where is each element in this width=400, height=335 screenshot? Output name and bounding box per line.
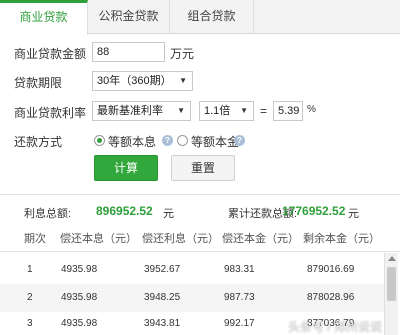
equal-principal-label[interactable]: 等额本金: [191, 133, 239, 150]
cell-principal: 983.31: [224, 264, 255, 275]
cell-remaining: 878028.96: [307, 292, 355, 303]
cell-remaining: 879016.69: [307, 264, 355, 275]
equals-sign: =: [260, 104, 268, 118]
rate-type-value: 最新基准利率: [97, 105, 163, 117]
reset-button[interactable]: 重置: [171, 155, 235, 181]
scrollbar-thumb[interactable]: [387, 267, 396, 301]
rate-value-input[interactable]: 5.39: [273, 101, 303, 121]
equal-installment-radio[interactable]: [94, 135, 105, 146]
loan-term-label: 贷款期限: [14, 76, 63, 90]
chevron-down-icon: ▼: [240, 106, 248, 115]
cell-payment: 4935.98: [61, 292, 98, 303]
cell-principal: 987.73: [224, 292, 255, 303]
cell-period: 2: [27, 292, 33, 303]
table-row: 2 4935.98 3948.25 987.73 878028.96: [0, 284, 384, 312]
tab-provident-fund-loan[interactable]: 公积金贷款: [88, 0, 170, 34]
equal-installment-label[interactable]: 等额本息: [108, 133, 156, 150]
cell-interest: 3943.81: [144, 318, 181, 329]
cell-period: 1: [27, 264, 33, 275]
column-header-interest: 偿还利息（元）: [142, 233, 219, 245]
section-divider: [0, 194, 400, 195]
schedule-table-header: 期次 偿还本息（元） 偿还利息（元） 偿还本金（元） 剩余本金（元）: [0, 226, 400, 252]
chevron-down-icon: ▼: [177, 106, 185, 115]
total-repayment-value: 1776952.52: [282, 204, 346, 218]
cell-interest: 3952.67: [144, 264, 181, 275]
loan-rate-label: 商业贷款利率: [14, 106, 87, 120]
column-header-remaining: 剩余本金（元）: [303, 233, 380, 245]
interest-total-label: 利息总额:: [24, 208, 72, 220]
cell-period: 3: [27, 318, 33, 329]
table-row: 1 4935.98 3952.67 983.31 879016.69: [0, 256, 384, 284]
loan-amount-unit: 万元: [170, 47, 195, 61]
loan-amount-label: 商业贷款金额: [14, 47, 87, 61]
tab-combined-loan[interactable]: 组合贷款: [170, 0, 254, 34]
help-icon[interactable]: ?: [162, 135, 173, 146]
scroll-up-arrow-icon[interactable]: [388, 256, 396, 261]
column-header-principal: 偿还本金（元）: [222, 233, 299, 245]
cell-interest: 3948.25: [144, 292, 181, 303]
rate-multiplier-value: 1.1倍: [204, 105, 231, 117]
loan-term-select[interactable]: 30年（360期） ▼: [92, 71, 193, 91]
chevron-down-icon: ▼: [179, 76, 187, 85]
loan-amount-input[interactable]: 88: [92, 42, 165, 62]
interest-total-unit: 元: [163, 208, 174, 220]
total-repayment-unit: 元: [348, 208, 359, 220]
interest-total-value: 896952.52: [96, 204, 153, 218]
calculate-button[interactable]: 计算: [94, 155, 158, 181]
rate-unit: %: [307, 104, 316, 115]
column-header-period: 期次: [24, 233, 46, 245]
cell-principal: 992.17: [224, 318, 255, 329]
rate-type-select[interactable]: 最新基准利率 ▼: [92, 101, 191, 121]
loan-type-tabs: 商业贷款 公积金贷款 组合贷款: [0, 0, 400, 35]
tab-commercial-loan[interactable]: 商业贷款: [0, 0, 88, 35]
help-icon[interactable]: ?: [234, 135, 245, 146]
repayment-method-label: 还款方式: [14, 135, 63, 149]
column-header-payment: 偿还本息（元）: [60, 233, 137, 245]
cell-payment: 4935.98: [61, 264, 98, 275]
equal-principal-radio[interactable]: [177, 135, 188, 146]
cell-payment: 4935.98: [61, 318, 98, 329]
loan-term-value: 30年（360期）: [97, 75, 172, 87]
table-scrollbar[interactable]: [384, 253, 398, 335]
watermark-text: 头条号 / 郑州说说: [288, 320, 383, 334]
rate-multiplier-select[interactable]: 1.1倍 ▼: [199, 101, 254, 121]
